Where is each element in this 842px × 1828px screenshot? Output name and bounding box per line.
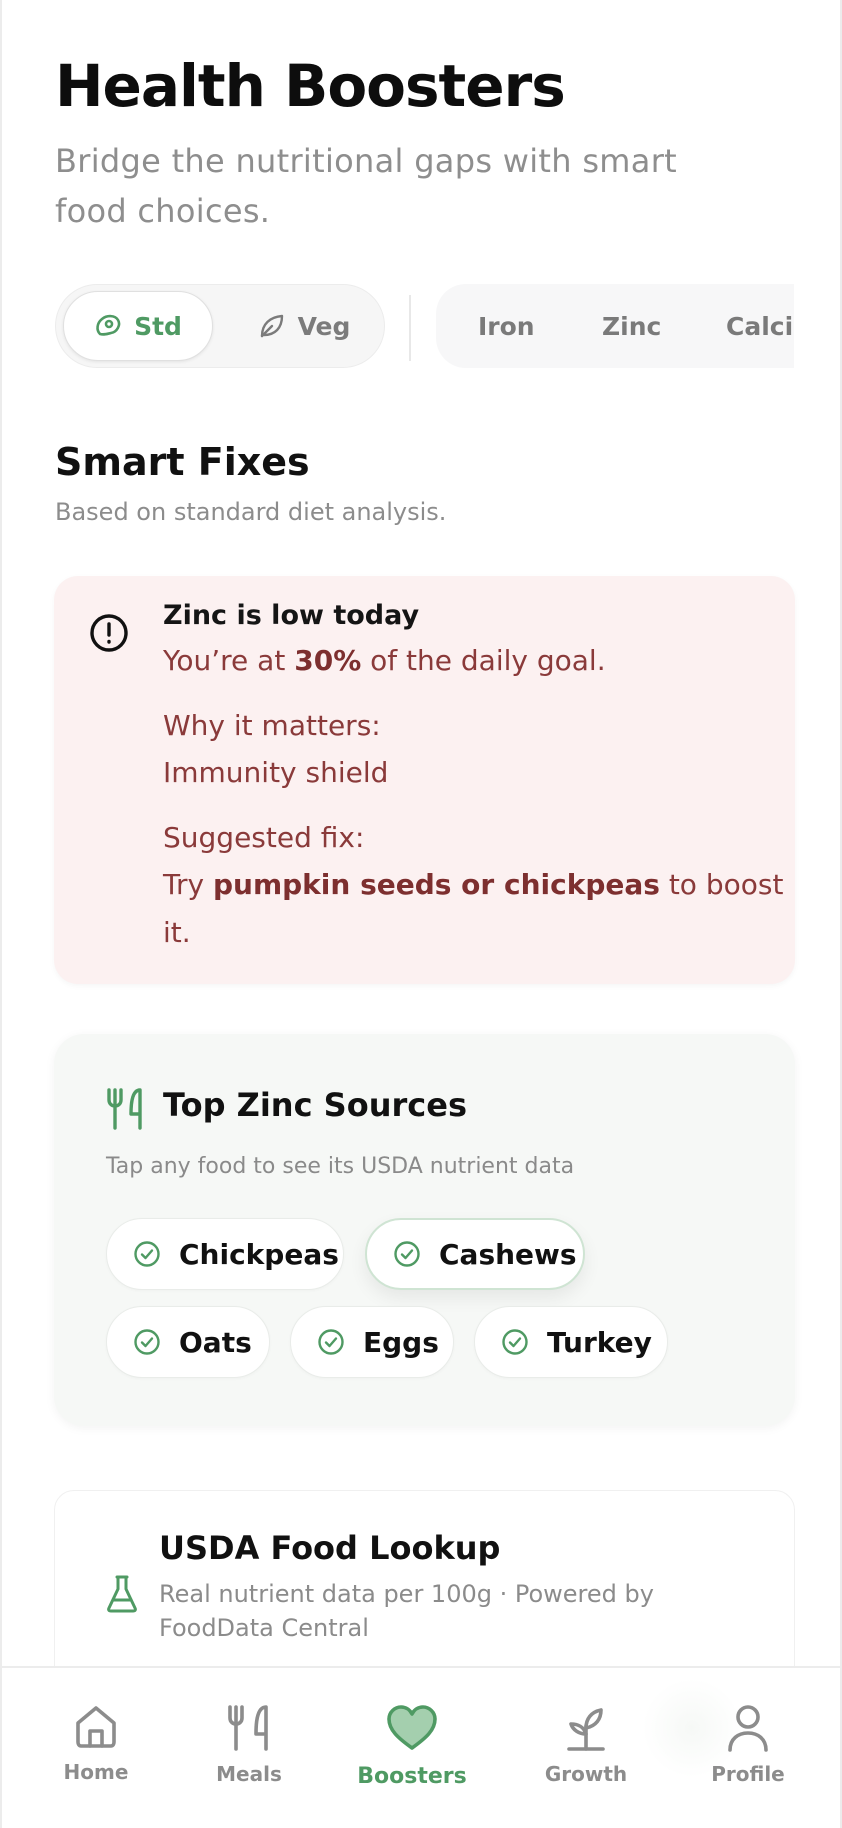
sources-title: Top Zinc Sources xyxy=(163,1086,467,1124)
fix-foods: pumpkin seeds or chickpeas xyxy=(212,868,660,901)
food-chip-oats[interactable]: Oats xyxy=(106,1306,270,1378)
home-icon xyxy=(76,1706,116,1748)
alert-progress: You’re at 30% of the daily goal. xyxy=(163,644,606,677)
nav-item-growth[interactable]: Growth xyxy=(544,1668,628,1828)
food-chip-label: Oats xyxy=(179,1325,252,1359)
leaf-icon xyxy=(260,314,283,338)
page-subtitle: Bridge the nutritional gaps with smart f… xyxy=(55,142,677,230)
check-circle-icon xyxy=(501,1328,529,1356)
nutrient-chip-iron[interactable]: Iron xyxy=(478,284,535,368)
check-circle-icon xyxy=(393,1240,421,1268)
fix-text: Try pumpkin seeds or chickpeas to boost xyxy=(163,868,783,901)
zinc-sources-card: Top Zinc Sources Tap any food to see its… xyxy=(54,1034,795,1426)
fix-suffix: to boost xyxy=(659,868,784,901)
usda-subtitle: Real nutrient data per 100g · Powered by… xyxy=(159,1580,654,1642)
page-title: Health Boosters xyxy=(55,52,566,120)
nav-item-profile[interactable]: Profile xyxy=(708,1668,788,1828)
scroll-content[interactable]: Health Boosters Bridge the nutritional g… xyxy=(2,0,840,1666)
food-chip-label: Chickpeas xyxy=(179,1237,339,1271)
zinc-alert-card[interactable]: Zinc is low today You’re at 30% of the d… xyxy=(54,576,795,984)
food-chip-eggs[interactable]: Eggs xyxy=(290,1306,454,1378)
usda-lookup-card[interactable]: USDA Food Lookup Real nutrient data per … xyxy=(54,1490,795,1666)
fix-label: Suggested fix: xyxy=(163,821,365,854)
section-subtitle: Based on standard diet analysis. xyxy=(55,498,447,526)
user-icon xyxy=(728,1705,768,1752)
bottom-nav: Home Meals Boosters Growth Profile xyxy=(2,1666,840,1828)
sources-subtitle: Tap any food to see its USDA nutrient da… xyxy=(106,1154,575,1179)
fix-end: it. xyxy=(163,916,191,949)
food-chip-label: Cashews xyxy=(439,1237,577,1271)
nav-item-boosters[interactable]: Boosters xyxy=(357,1668,467,1828)
food-chip-chickpeas[interactable]: Chickpeas xyxy=(106,1218,344,1290)
food-chip-label: Turkey xyxy=(547,1325,652,1359)
alert-progress-suffix: of the daily goal. xyxy=(361,644,606,677)
usda-title: USDA Food Lookup xyxy=(159,1529,501,1567)
filter-divider xyxy=(409,295,411,361)
why-value: Immunity shield xyxy=(163,756,389,789)
nav-label: Profile xyxy=(711,1762,785,1786)
food-chip-turkey[interactable]: Turkey xyxy=(474,1306,668,1378)
nutrient-chip-zinc[interactable]: Zinc xyxy=(602,284,661,368)
nutrient-chip-calcium[interactable]: Calciu xyxy=(726,284,794,368)
diet-option-veg[interactable]: Veg xyxy=(234,291,374,361)
food-chip-label: Eggs xyxy=(363,1325,439,1359)
section-title: Smart Fixes xyxy=(55,440,310,484)
nav-label: Home xyxy=(63,1760,129,1784)
diet-toggle: Std Veg xyxy=(55,284,385,368)
meat-icon xyxy=(96,314,121,336)
nav-item-home[interactable]: Home xyxy=(56,1668,136,1828)
alert-circle-icon xyxy=(90,614,128,652)
flask-icon xyxy=(107,1575,137,1613)
why-label: Why it matters: xyxy=(163,709,381,742)
nav-label: Boosters xyxy=(357,1764,467,1789)
nav-label: Growth xyxy=(544,1762,628,1786)
utensils-icon xyxy=(228,1705,268,1751)
nav-item-meals[interactable]: Meals xyxy=(207,1668,291,1828)
alert-progress-prefix: You’re at xyxy=(163,644,295,677)
app-screen: Health Boosters Bridge the nutritional g… xyxy=(0,0,842,1828)
sprout-icon xyxy=(567,1708,605,1751)
nav-label: Meals xyxy=(216,1762,282,1786)
nutrient-filter-bar[interactable]: Iron Zinc Calciu xyxy=(436,284,794,368)
alert-progress-value: 30% xyxy=(294,644,362,677)
diet-option-label: Veg xyxy=(297,311,351,341)
check-circle-icon xyxy=(133,1328,161,1356)
utensils-icon xyxy=(107,1088,142,1130)
diet-option-label: Std xyxy=(134,311,182,341)
diet-option-std[interactable]: Std xyxy=(63,291,213,361)
check-circle-icon xyxy=(133,1240,161,1268)
food-chip-cashews[interactable]: Cashews xyxy=(365,1218,585,1290)
alert-title: Zinc is low today xyxy=(163,600,420,631)
fix-prefix: Try xyxy=(163,868,213,901)
check-circle-icon xyxy=(317,1328,345,1356)
heart-icon xyxy=(387,1705,437,1750)
